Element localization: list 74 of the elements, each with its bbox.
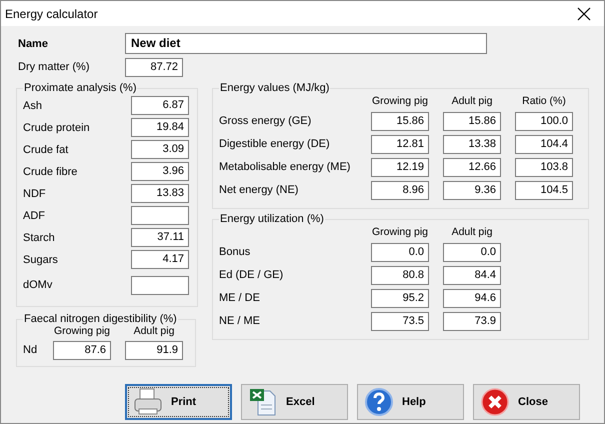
column-header: Adult pig: [450, 95, 494, 107]
value-field[interactable]: 8.96: [371, 180, 429, 200]
value-field[interactable]: 104.4: [515, 134, 573, 154]
field-label: Crude protein: [23, 122, 91, 134]
window-title: Energy calculator: [5, 6, 98, 20]
value-field[interactable]: 94.6: [443, 288, 501, 308]
spreadsheet-icon: [248, 387, 278, 417]
value-field[interactable]: 91.9: [125, 340, 183, 360]
field-label: Sugars: [23, 254, 59, 266]
field-label: Dry matter (%): [17, 61, 90, 73]
value-field[interactable]: 87.72: [125, 58, 183, 76]
value-field[interactable]: 80.8: [371, 266, 429, 284]
value-field[interactable]: 19.84: [131, 118, 189, 137]
value-field[interactable]: 15.86: [371, 112, 429, 130]
value-field[interactable]: 100.0: [515, 112, 573, 130]
value-field[interactable]: 12.66: [443, 158, 501, 176]
field-label: Crude fibre: [23, 166, 78, 178]
column-header: Adult pig: [450, 226, 494, 238]
value-field[interactable]: 84.4: [443, 266, 501, 284]
field-label: Nd: [23, 344, 38, 356]
group-title: Faecal nitrogen digestibility (%): [23, 313, 178, 325]
value-field[interactable]: 73.9: [443, 312, 501, 330]
field-label: Digestible energy (DE): [219, 138, 331, 150]
value-field[interactable]: 13.38: [443, 134, 501, 154]
name-field[interactable]: New diet: [125, 33, 487, 54]
value-field[interactable]: 87.6: [53, 340, 111, 360]
field-label: Ash: [23, 100, 43, 112]
printer-icon: [133, 387, 163, 417]
group-title: Energy values (MJ/kg): [219, 82, 330, 94]
value-field[interactable]: 104.5: [515, 180, 573, 200]
column-header: Growing pig: [371, 95, 429, 107]
value-field[interactable]: 12.81: [371, 134, 429, 154]
value-field[interactable]: 3.09: [131, 140, 189, 159]
help-button[interactable]: Help: [357, 384, 464, 420]
value-field[interactable]: [131, 276, 189, 294]
field-label: ADF: [23, 210, 46, 222]
value-field[interactable]: 0.0: [443, 242, 501, 262]
close-icon: [577, 6, 591, 20]
value-field[interactable]: 0.0: [371, 242, 429, 262]
excel-button[interactable]: Excel: [241, 384, 348, 420]
value-field[interactable]: 95.2: [371, 288, 429, 308]
field-label: Name: [17, 38, 49, 50]
field-label: Crude fat: [23, 144, 70, 156]
question-icon: [364, 387, 394, 417]
field-label: NE / ME: [219, 315, 261, 327]
group-title: Proximate analysis (%): [23, 82, 138, 94]
column-header: Growing pig: [53, 325, 111, 337]
field-label: Starch: [23, 232, 56, 244]
column-header: Ratio (%): [521, 95, 567, 107]
print-button[interactable]: Print: [125, 384, 232, 420]
value-field[interactable]: 3.96: [131, 162, 189, 181]
field-label: ME / DE: [219, 292, 261, 304]
value-field[interactable]: 4.17: [131, 250, 189, 269]
cancel-icon: [480, 387, 510, 417]
value-field[interactable]: 9.36: [443, 180, 501, 200]
field-label: NDF: [23, 188, 47, 200]
close-button[interactable]: Close: [473, 384, 580, 420]
field-label: Ed (DE / GE): [219, 269, 284, 281]
value-field[interactable]: 6.87: [131, 96, 189, 115]
value-field[interactable]: [131, 206, 189, 225]
field-label: Net energy (NE): [219, 184, 300, 196]
value-field[interactable]: 103.8: [515, 158, 573, 176]
field-label: Bonus: [219, 246, 252, 258]
value-field[interactable]: 37.11: [131, 228, 189, 247]
field-label: Gross energy (GE): [219, 115, 312, 127]
field-label: dOMv: [23, 279, 54, 291]
value-field[interactable]: 15.86: [443, 112, 501, 130]
value-field[interactable]: 12.19: [371, 158, 429, 176]
column-header: Adult pig: [132, 325, 176, 337]
value-field[interactable]: 73.5: [371, 312, 429, 330]
field-label: Metabolisable energy (ME): [219, 161, 352, 173]
group-title: Energy utilization (%): [219, 213, 325, 225]
value-field[interactable]: 13.83: [131, 184, 189, 203]
column-header: Growing pig: [371, 226, 429, 238]
